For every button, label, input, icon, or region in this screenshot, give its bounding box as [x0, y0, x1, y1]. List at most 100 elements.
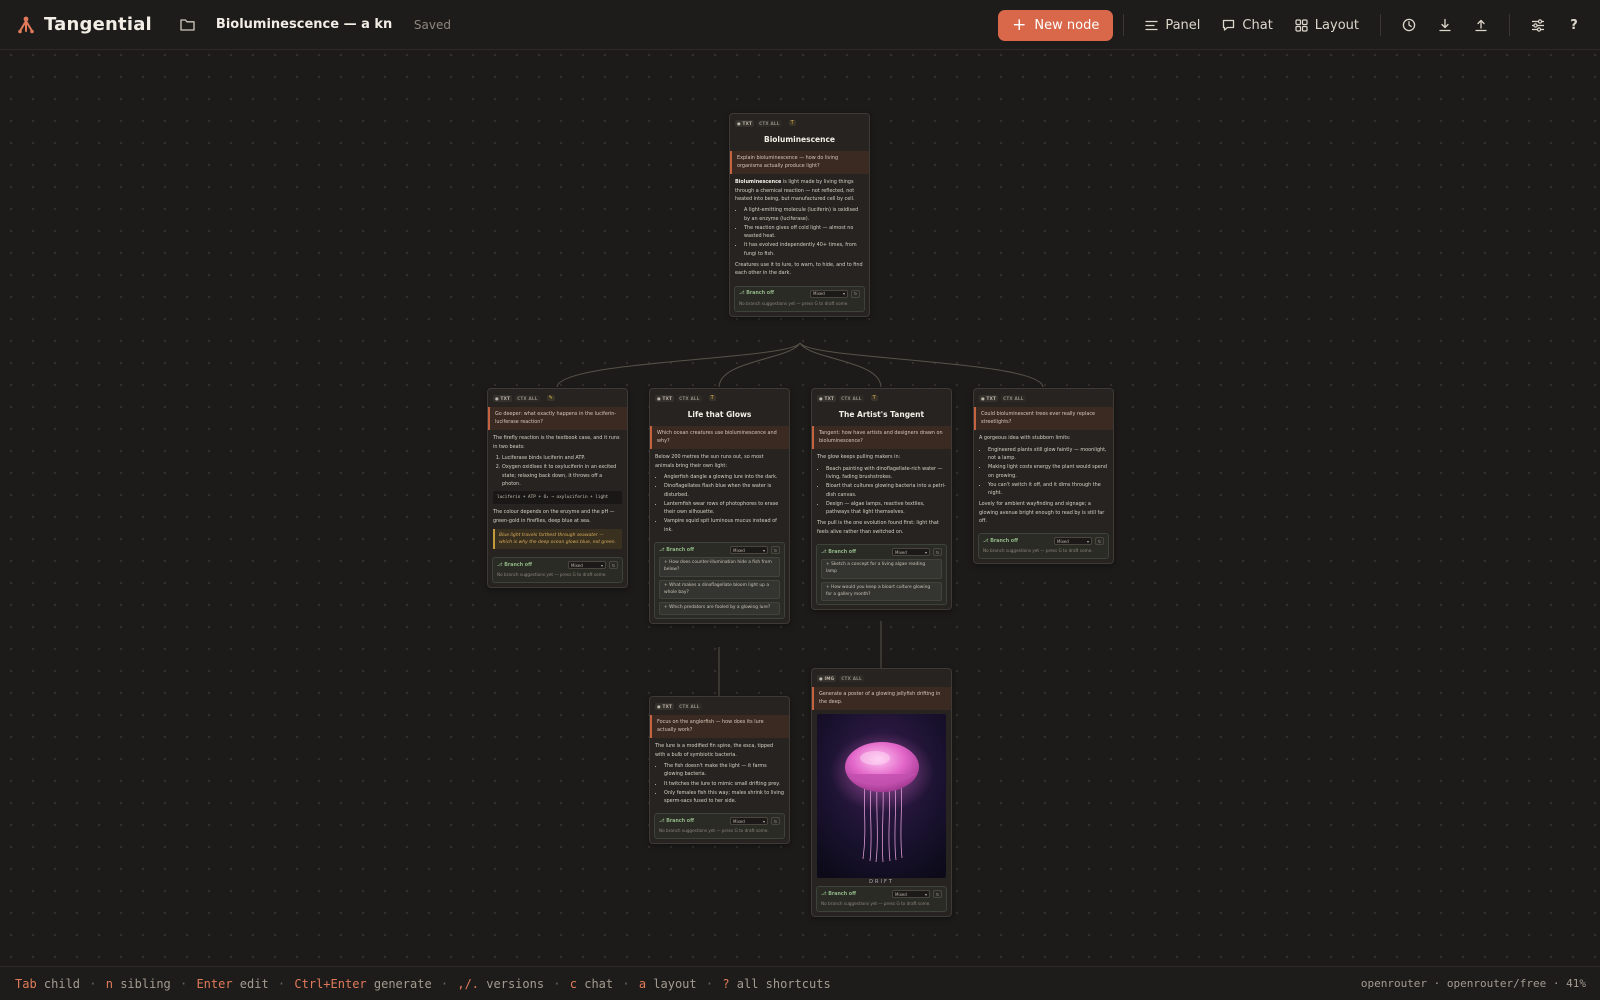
open-folder-button[interactable]: [178, 15, 198, 35]
node-life-that-glows[interactable]: ● TXT CTX ALL T Life that Glows Which oc…: [649, 388, 790, 625]
branch-off-button[interactable]: ⎇ Branch off: [821, 892, 856, 897]
refresh-icon[interactable]: ↻: [1095, 537, 1104, 546]
branch-row: ⎇ Branch off Mixed ▾ ↻: [659, 546, 780, 555]
model-select-value: Mixed: [895, 549, 907, 555]
settings-button[interactable]: [1520, 10, 1556, 41]
branch-row: ⎇ Branch off Mixed ▾ ↻: [659, 817, 780, 826]
branch-empty-message: No branch suggestions yet — press G to d…: [739, 300, 849, 306]
document-title[interactable]: Bioluminescence — a kn: [216, 17, 394, 32]
context-chip[interactable]: CTX ALL: [515, 394, 540, 402]
branch-off-button[interactable]: ⎇ Branch off: [983, 539, 1018, 544]
divider: [1380, 14, 1381, 36]
poster-caption-row: DRIFT: [812, 868, 951, 885]
folder-icon: [180, 19, 196, 31]
branch-off-button[interactable]: ⎇ Branch off: [659, 819, 694, 824]
list-item: The fish doesn't make the light — it far…: [664, 762, 784, 779]
brand[interactable]: Tangential: [16, 14, 152, 35]
lead-term: Bioluminescence: [735, 179, 782, 186]
title-icon[interactable]: T: [870, 395, 878, 401]
generated-image[interactable]: [817, 714, 946, 879]
branch-off-button[interactable]: ⎇ Branch off: [497, 563, 532, 568]
type-chip: ● TXT: [735, 119, 755, 127]
branch-controls: Mixed ▾ ↻: [568, 561, 618, 570]
divider: [1123, 14, 1125, 36]
upload-button[interactable]: [1463, 10, 1499, 41]
context-chip[interactable]: CTX ALL: [677, 394, 702, 402]
refresh-icon[interactable]: ↻: [851, 289, 860, 298]
chevron-down-icon: ▾: [762, 818, 765, 824]
download-button[interactable]: [1427, 10, 1463, 41]
model-select[interactable]: Mixed ▾: [730, 817, 768, 826]
panel-button[interactable]: Panel: [1134, 10, 1211, 41]
context-chip[interactable]: CTX ALL: [1001, 394, 1026, 402]
chat-button[interactable]: Chat: [1211, 10, 1283, 41]
separator: ·: [433, 976, 456, 991]
branch-suggestion[interactable]: + How does counter-illumination hide a f…: [659, 557, 780, 577]
help-button[interactable]: ?: [1556, 10, 1592, 41]
layout-label: Layout: [1314, 17, 1359, 33]
bullet-list: Beach painting with dinoflagellate-rich …: [826, 465, 946, 517]
context-chip[interactable]: CTX ALL: [839, 674, 864, 682]
node-bioluminescence[interactable]: ● TXT CTX ALL T Bioluminescence Explain …: [729, 113, 870, 317]
upload-icon: [1475, 19, 1487, 32]
edge-root-deeper: [556, 342, 801, 388]
refresh-icon[interactable]: ↻: [771, 546, 780, 555]
node-body: Bioluminescence is light made by living …: [730, 174, 869, 283]
callout: Blue light travels farthest through seaw…: [493, 529, 622, 550]
model-select[interactable]: Mixed ▾: [810, 289, 848, 298]
node-title: The Artist's Tangent: [838, 410, 925, 419]
poster-caption: DRIFT: [869, 879, 894, 886]
branch-suggestion[interactable]: + What makes a dinoflagellate bloom ligh…: [659, 579, 780, 600]
new-node-label: New node: [1034, 17, 1100, 33]
model-select[interactable]: Mixed ▾: [892, 548, 930, 557]
branch-suggestion[interactable]: + Which predators are fooled by a glowin…: [659, 602, 780, 616]
node-anglerfish[interactable]: ● TXT CTX ALL Focus on the anglerfish — …: [649, 696, 790, 845]
new-node-button[interactable]: + New node: [998, 9, 1114, 41]
refresh-icon[interactable]: ↻: [933, 890, 942, 899]
branch-suggestion[interactable]: + Sketch a concept for a living algae re…: [821, 559, 942, 579]
history-button[interactable]: [1391, 10, 1427, 41]
branch-suggestion[interactable]: + How would you keep a bioart culture gl…: [821, 581, 942, 602]
model-select[interactable]: Mixed ▾: [730, 546, 768, 555]
model-select[interactable]: Mixed ▾: [1054, 537, 1092, 546]
refresh-icon[interactable]: ↻: [771, 817, 780, 826]
node-jellyfish-poster[interactable]: ● IMG CTX ALL Generate a poster of a glo…: [811, 668, 952, 917]
save-status: Saved: [413, 17, 451, 32]
node-deeper[interactable]: ● TXT CTX ALL ✎ Go deeper: what exactly …: [487, 388, 628, 589]
context-chip[interactable]: CTX ALL: [757, 119, 782, 127]
branch-off-button[interactable]: ⎇ Branch off: [821, 550, 856, 555]
refresh-icon[interactable]: ↻: [933, 548, 942, 557]
title-icon[interactable]: T: [708, 395, 716, 401]
node-prompt: Could bioluminescent trees ever really r…: [974, 407, 1113, 431]
branch-controls: Mixed ▾ ↻: [730, 817, 780, 826]
branch-off-button[interactable]: ⎇ Branch off: [659, 548, 694, 553]
edge-root-life: [718, 342, 801, 388]
refresh-icon[interactable]: ↻: [609, 561, 618, 570]
model-select-value: Mixed: [895, 891, 907, 897]
edit-icon[interactable]: ✎: [546, 395, 555, 401]
edge-root-streetlights: [799, 342, 1044, 388]
context-chip[interactable]: CTX ALL: [839, 394, 864, 402]
suggestion-text: Sketch a concept for a living algae read…: [826, 562, 926, 574]
list-item: Vampire squid spit luminous mucus instea…: [664, 517, 784, 534]
title-icon[interactable]: T: [788, 120, 796, 126]
node-artists-tangent[interactable]: ● TXT CTX ALL T The Artist's Tangent Tan…: [811, 388, 952, 611]
numbered-list: Luciferase binds luciferin and ATP. Oxyg…: [502, 454, 622, 488]
bullet-list: Engineered plants still glow faintly — m…: [988, 446, 1108, 498]
branch-empty-message: No branch suggestions yet — press G to d…: [659, 828, 769, 834]
list-item: Anglerfish dangle a glowing lure into th…: [664, 473, 784, 481]
layout-button[interactable]: Layout: [1284, 10, 1370, 41]
branch-row: ⎇ Branch off Mixed ▾ ↻: [497, 561, 618, 570]
model-select[interactable]: Mixed ▾: [892, 890, 930, 899]
context-chip[interactable]: CTX ALL: [677, 702, 702, 710]
shortcut-key: c: [569, 976, 577, 991]
chevron-down-icon: ▾: [924, 549, 927, 555]
node-header: ● TXT CTX ALL T: [650, 392, 789, 404]
model-select-value: Mixed: [571, 562, 583, 568]
node-header: ● TXT CTX ALL ✎: [488, 392, 627, 404]
model-select[interactable]: Mixed ▾: [568, 561, 606, 570]
branch-off-button[interactable]: ⎇ Branch off: [739, 291, 774, 296]
separator: ·: [546, 976, 568, 991]
node-streetlights[interactable]: ● TXT CTX ALL Could bioluminescent trees…: [973, 388, 1114, 565]
list-item: A light-emitting molecule (luciferin) is…: [744, 206, 864, 223]
